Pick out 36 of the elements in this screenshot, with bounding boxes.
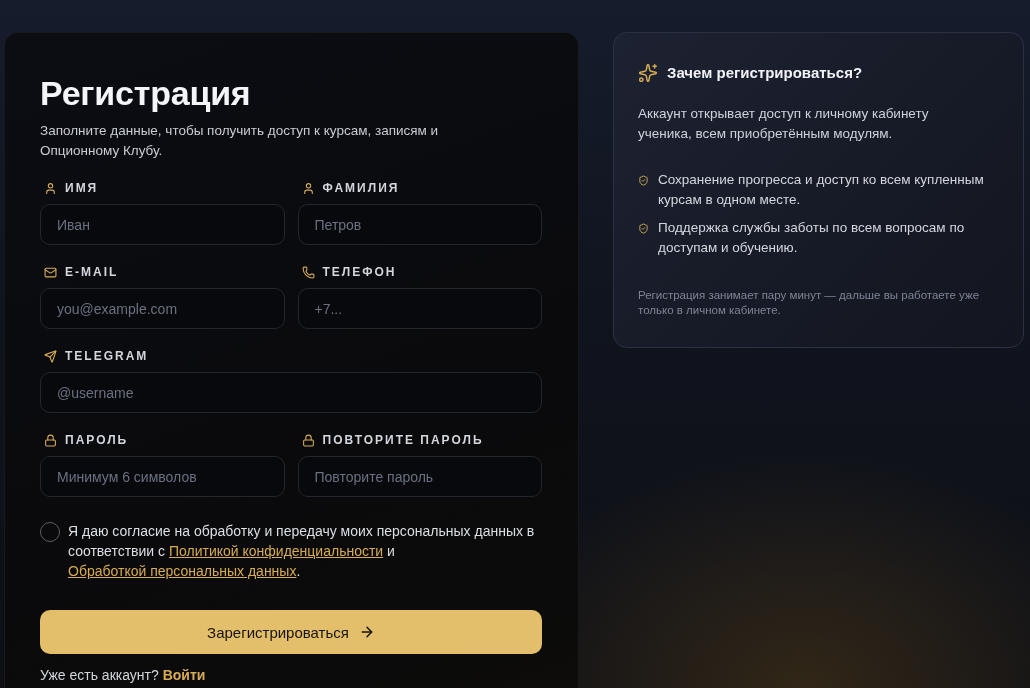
input-field[interactable]: @username	[40, 372, 542, 413]
field-label: ИМЯ	[65, 181, 99, 195]
shield-check-icon	[638, 223, 649, 234]
person-icon	[301, 181, 315, 195]
input-field[interactable]: Иван	[40, 204, 285, 245]
info-text: Аккаунт открывает доступ к личному кабинету ученика, всем приобретённым модулям.	[638, 105, 930, 143]
field-label: ПАРОЛЬ	[65, 433, 129, 447]
field-label: ТЕЛЕФОН	[322, 265, 397, 279]
page-title: Регистрация	[40, 73, 252, 113]
consent-text: Я даю согласие на обработку и передачу моих персональных данных в соответствии с Политикой конфиденциальности и Обработкой персональных данных.	[68, 522, 536, 581]
lock-icon	[44, 433, 57, 447]
sparkles-icon	[638, 63, 658, 83]
person-icon	[44, 181, 57, 195]
policy-link[interactable]: Политикой конфиденциальности	[168, 543, 384, 559]
envelope-icon	[44, 265, 57, 279]
input-field[interactable]: you@example.com	[40, 288, 285, 329]
input-field[interactable]: +7...	[297, 288, 542, 329]
benefit-text: Сохранение прогресса и доступ ко всем купленным курсам в одном месте.	[658, 171, 985, 209]
phone-icon	[301, 265, 315, 279]
info-title: Зачем регистрироваться?	[667, 63, 863, 83]
lock-icon	[301, 433, 315, 447]
field-label: E-MAIL	[65, 265, 119, 279]
field-label: ФАМИЛИЯ	[322, 181, 400, 195]
login-link[interactable]: Войти	[162, 667, 206, 683]
shield-check-icon	[638, 175, 649, 186]
input-field[interactable]: Повторите пароль	[297, 456, 542, 497]
paper-plane-icon	[44, 349, 57, 363]
benefit-text: Поддержка службы заботы по всем вопросам по доступам и обучению.	[658, 219, 966, 257]
info-note: Регистрация занимает пару минут — дальше вы работаете уже только в личном кабинете.	[638, 288, 981, 318]
field-label: ПОВТОРИТЕ ПАРОЛЬ	[322, 433, 484, 447]
register-button[interactable]: Зарегистрироваться	[40, 610, 542, 654]
field-label: TELEGRAM	[65, 349, 149, 363]
login-prompt: Уже есть аккаунт? Войти	[40, 666, 207, 685]
input-field[interactable]: Минимум 6 символов	[40, 456, 285, 497]
input-field[interactable]: Петров	[297, 204, 542, 245]
subtitle: Заполните данные, чтобы получить доступ к курсам, записям и Опционному Клубу.	[40, 122, 440, 160]
